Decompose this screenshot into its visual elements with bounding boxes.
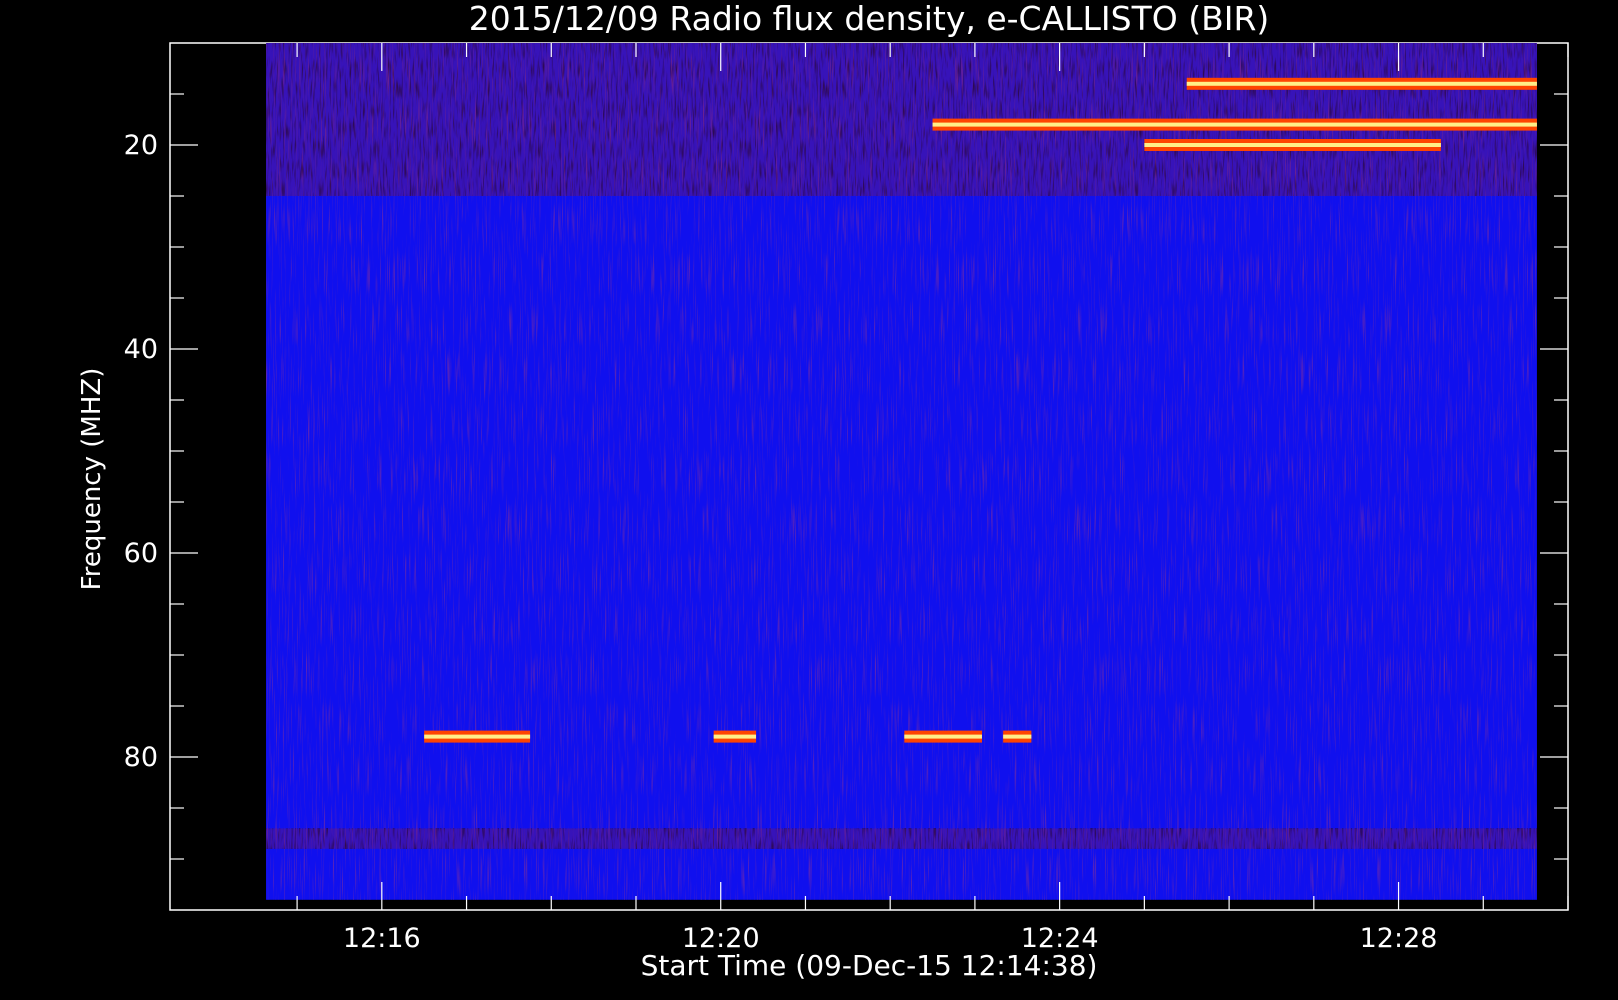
y-axis-label: Frequency (MHZ) <box>77 368 107 591</box>
x-axis-label: Start Time (09-Dec-15 12:14:38) <box>641 949 1098 982</box>
heatmap-data <box>266 43 1537 900</box>
emission-line-core <box>424 734 531 739</box>
y-tick-label: 20 <box>124 130 158 161</box>
emission-line-core <box>1144 143 1441 147</box>
x-tick-label: 12:16 <box>343 923 421 954</box>
emission-line-core <box>932 122 1537 127</box>
rfi-band-tint <box>266 828 1537 849</box>
y-tick-label: 40 <box>124 334 158 365</box>
emission-line-core <box>904 734 982 739</box>
emission-line-core <box>713 734 757 739</box>
y-tick-label: 80 <box>124 742 158 773</box>
y-tick-label: 60 <box>124 538 158 569</box>
x-tick-label: 12:28 <box>1360 923 1438 954</box>
emission-line-core <box>1186 81 1537 86</box>
spectrogram-chart: 20406080 12:16 12:20 12:24 12:28 2015/12/09… <box>77 0 1569 982</box>
emission-line-core <box>1003 734 1032 739</box>
chart-title: 2015/12/09 Radio flux density, e-CALLIST… <box>469 0 1270 38</box>
